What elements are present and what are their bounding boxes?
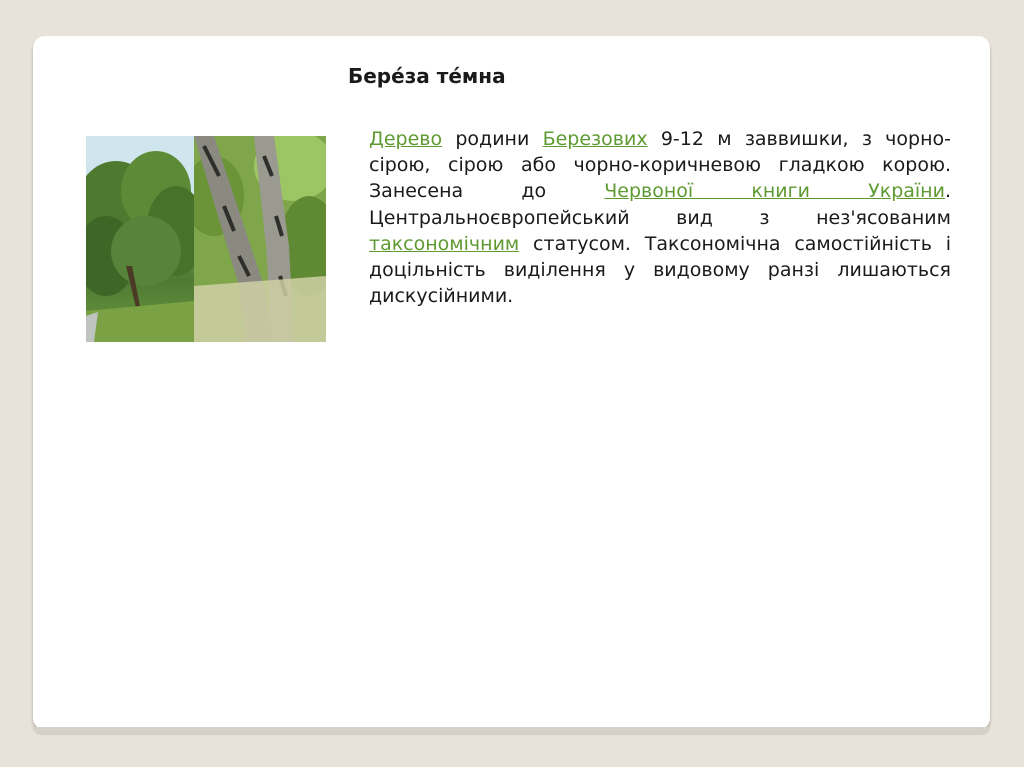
description-paragraph: Дерево родини Березових 9-12 м заввишки,… — [369, 126, 951, 309]
link-derevo[interactable]: Дерево — [369, 128, 442, 150]
paragraph-text-1: родини — [442, 128, 543, 150]
photo-left-panel — [86, 136, 194, 342]
page-title: Бере́за те́мна — [348, 64, 506, 88]
birch-photo — [86, 136, 326, 342]
slide-shadow-bar — [33, 727, 990, 735]
photo-right-panel — [194, 136, 326, 342]
link-taksonomichnym[interactable]: таксономічним — [369, 233, 519, 255]
link-berezovykh[interactable]: Березових — [543, 128, 648, 150]
link-chervona-knyha[interactable]: Червоної книги України — [604, 180, 945, 202]
